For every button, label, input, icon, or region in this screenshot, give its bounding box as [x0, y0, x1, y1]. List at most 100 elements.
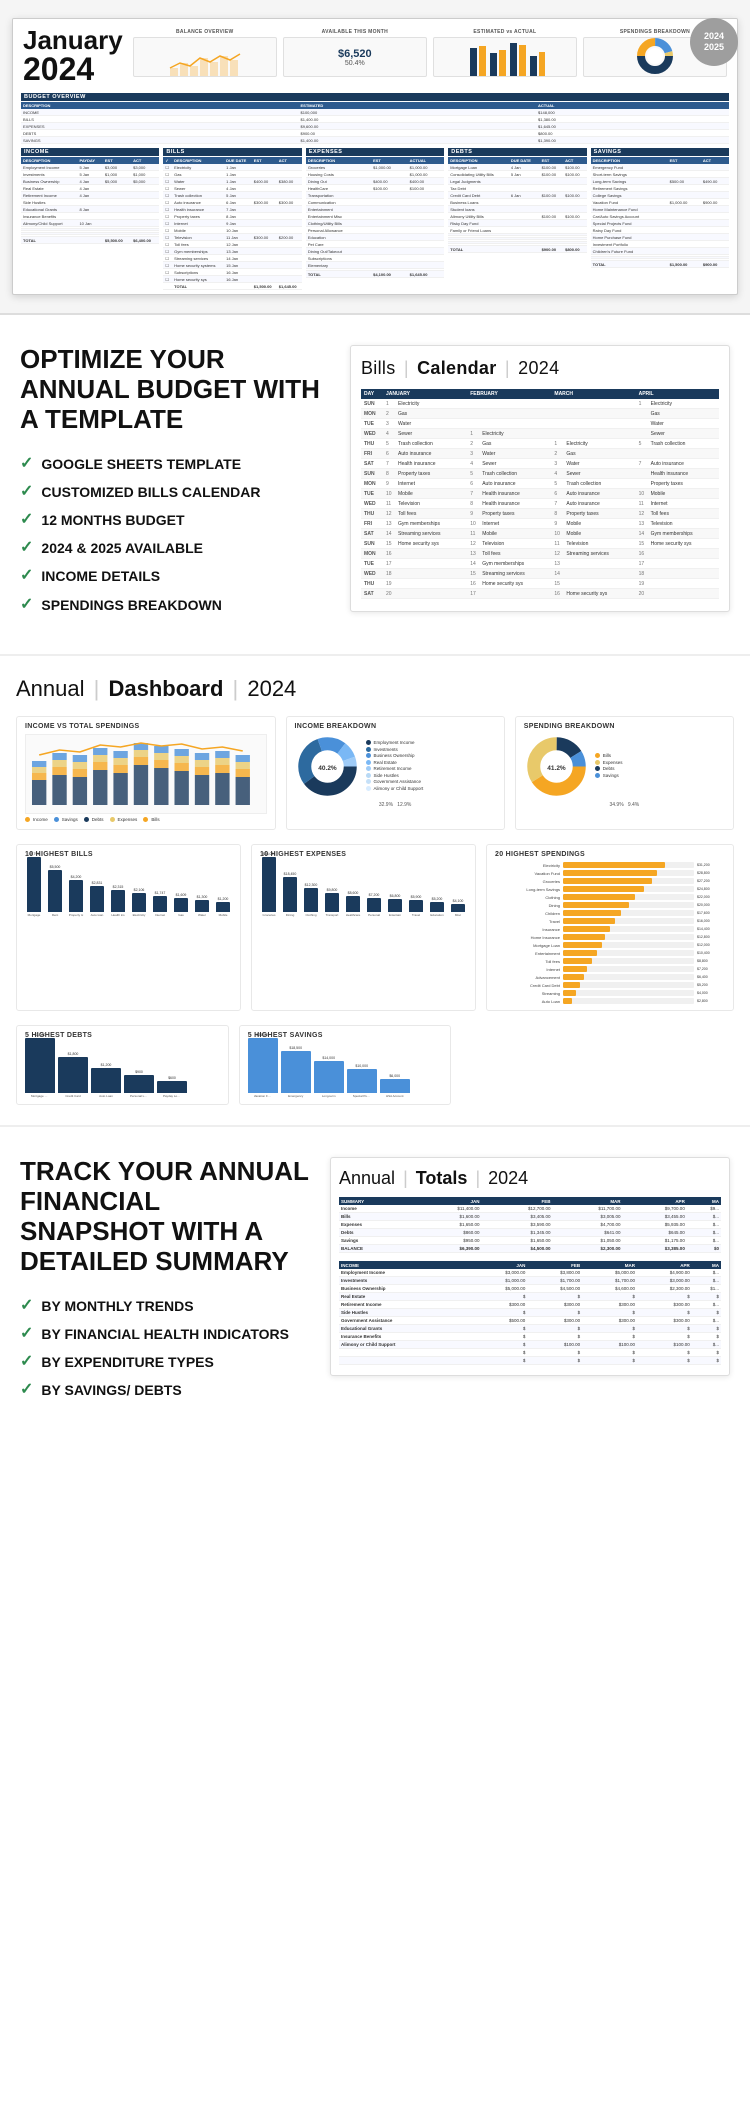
dash-title-bold: Dashboard	[108, 676, 223, 701]
hbar-s5: $6,000 HSA Account	[380, 1074, 410, 1098]
annual-summary-table: SUMMARYJANFEBMARAPRMA Income$11,400.00$1…	[339, 1197, 721, 1253]
cal-row: THU1916Home security sys1519	[361, 579, 719, 589]
hspend-toll: Toll fees $8,800	[495, 958, 725, 964]
summary-section: TRACK YOUR ANNUAL FINANCIAL SNAPSHOT WIT…	[0, 1125, 750, 1439]
hbar-d5: $600 Payday Loans	[157, 1076, 187, 1098]
savings-bars: $24,000 Vacation Fund $18,500 Emergency …	[248, 1043, 443, 1098]
donut-pct3: 12.9%	[397, 802, 411, 808]
spending-donut-legend: Bills Expenses Debts Savings	[595, 753, 623, 779]
hbar-d1: $3,000 Mortgage Loan	[25, 1033, 55, 1098]
hbar-health: $2,315 Health ins	[109, 885, 127, 917]
spreadsheet-section: 2024 2025 January 2024 BALANCE OVERVIEW	[0, 0, 750, 315]
income-donut-svg: 40.2%	[295, 734, 360, 799]
balance-chart-svg	[165, 38, 245, 76]
donut-pct2: 32.9%	[379, 802, 393, 808]
spend-pct2: 34.9%	[609, 802, 623, 808]
balance-chart-area	[133, 37, 277, 77]
year-badge-line1: 2024	[704, 31, 724, 42]
spreadsheet-mockup: January 2024 BALANCE OVERVIEW	[12, 18, 738, 295]
annual-totals-panel: Annual | Totals | 2024 SUMMARYJANFEBMARA…	[330, 1157, 730, 1376]
cal-row: MON1613Toll fees12Streaming services16	[361, 549, 719, 559]
budget-overview-title: BUDGET OVERVIEW	[21, 93, 729, 101]
legend-debts: Debts	[84, 817, 104, 822]
inc-edu-row: Educational Grants$$$$$	[339, 1325, 721, 1333]
hspend-longterm: Long-term Savings $24,800	[495, 886, 725, 892]
bills-cal-bold: Calendar	[417, 358, 496, 378]
legend-ret: Retirement Income	[366, 766, 424, 771]
main-columns: INCOME DESCRIPTIONPAYDAYESTACT Employmen…	[21, 148, 729, 290]
bills-cal-pre: Bills	[361, 358, 396, 378]
highest-debts-chart: 5 HIGHEST DEBTS $3,000 Mortgage Loan $1,…	[16, 1025, 229, 1105]
budget-overview-table: DESCRIPTIONESTIMATEDACTUAL INCOME$100,00…	[21, 102, 729, 144]
summary-feature-4: ✓ BY SAVINGS/ DEBTS	[20, 1381, 310, 1399]
year-label: 2024	[23, 53, 123, 85]
s-check-2: ✓	[20, 1326, 33, 1342]
summary-savings-row: Savings$950.00$1,650.00$1,050.00$1,175.0…	[339, 1237, 721, 1245]
bills-bars: $8,791 Mortgage $5,500 Rent $4,200 Prope…	[25, 862, 232, 917]
summary-debts-row: Debts$860.00$1,345.00$641.00$645.00$...	[339, 1229, 721, 1237]
summary-headline: TRACK YOUR ANNUAL FINANCIAL SNAPSHOT WIT…	[20, 1157, 310, 1277]
balance-chart-block: BALANCE OVERVIEW	[133, 29, 277, 77]
cal-row: WED1815Streaming services1418	[361, 569, 719, 579]
hbar-d3: $1,200 Auto Loan	[91, 1063, 121, 1098]
spending-breakdown-chart: SPENDING BREAKDOWN 41.2% Bills Expenses …	[515, 716, 734, 831]
year-badge: 2024 2025	[690, 18, 738, 66]
s-check-3: ✓	[20, 1354, 33, 1370]
hspend-cc: Credit Card Debt $5,200	[495, 982, 725, 988]
features-section: OPTIMIZE YOUR ANNUAL BUDGET WITH A TEMPL…	[0, 315, 750, 654]
svg-text:40.2%: 40.2%	[318, 765, 337, 772]
inc-re-row: Real Estate$$$$$	[339, 1293, 721, 1301]
summary-income-row: Income$11,400.00$12,700.00$11,700.00$9,7…	[339, 1205, 721, 1213]
cal-hdr-apr: APRIL	[636, 389, 719, 399]
cal-row: SUN8Property taxes5Trash collection4Sewe…	[361, 469, 719, 479]
cal-row: WED11Television8Health insurance7Auto in…	[361, 499, 719, 509]
hbar-d4: $900 Personal Loans	[124, 1070, 154, 1098]
savings-col: SAVINGS DESCRIPTIONESTACT Emergency Fund…	[591, 148, 729, 290]
cal-hdr-day: DAY	[361, 389, 383, 399]
hbar-d2: $1,800 Credit Card	[58, 1052, 88, 1098]
spendings-horiz-bars: Electricity $31,200 Vacation Fund $28,80…	[495, 862, 725, 1004]
expenses-col: EXPENSES DESCRIPTIONESTACTUAL Groceries$…	[306, 148, 444, 290]
inc-blank2: $$$$$	[339, 1357, 721, 1365]
summary-left: TRACK YOUR ANNUAL FINANCIAL SNAPSHOT WIT…	[20, 1157, 310, 1409]
hbar-ent: $6,800 Entertain	[386, 894, 404, 917]
feature-item-1: ✓ GOOGLE SHEETS TEMPLATE	[20, 455, 330, 473]
debts-title: DEBTS	[448, 148, 586, 156]
hspend-children: Children $17,600	[495, 910, 725, 916]
dash-title-pre: Annual	[16, 676, 85, 701]
features-headline: OPTIMIZE YOUR ANNUAL BUDGET WITH A TEMPL…	[20, 345, 330, 435]
savings-table: DESCRIPTIONESTACT Emergency Fund Short-t…	[591, 157, 729, 268]
chart2-label: INCOME BREAKDOWN	[295, 723, 496, 730]
feature-text-1: GOOGLE SHEETS TEMPLATE	[41, 455, 241, 473]
hbar-water: $1,300 Water	[193, 895, 211, 917]
cal-row: TUE1714Gym memberships1317	[361, 559, 719, 569]
legend-bills-s: Bills	[595, 753, 623, 758]
hbar-inet: $1,747 Internet	[151, 891, 169, 917]
feature-text-2: CUSTOMIZED BILLS CALENDAR	[41, 483, 260, 501]
s-feature-3: BY EXPENDITURE TYPES	[41, 1353, 213, 1371]
dash-title-year: 2024	[247, 676, 296, 701]
chart5-label: 10 HIGHEST EXPENSES	[260, 851, 467, 858]
cal-row: TUE3WaterWater	[361, 419, 719, 429]
income-col: INCOME DESCRIPTIONPAYDAYESTACT Employmen…	[21, 148, 159, 290]
cal-row: THU12Toll fees9Property taxes8Property t…	[361, 509, 719, 519]
cal-hdr-jan: JANUARY	[383, 389, 467, 399]
balance-chart-label: BALANCE OVERVIEW	[176, 29, 234, 35]
legend-emp: Employment Income	[366, 740, 424, 745]
cal-row: MON2GasGas	[361, 409, 719, 419]
feature-text-3: 12 MONTHS BUDGET	[41, 511, 184, 529]
summary-balance-row: BALANCE$6,390.00$4,500.00$2,300.00$3,385…	[339, 1245, 721, 1253]
combo-chart-area	[25, 734, 267, 814]
annual-year: 2024	[488, 1168, 528, 1188]
hspend-entertain: Entertainment $10,400	[495, 950, 725, 956]
hspend-home-ins: Home Insurance $12,800	[495, 934, 725, 940]
hbar-groc: $36,081 Groceries	[260, 852, 278, 917]
hbar-trav: $5,900 Travel	[407, 895, 425, 917]
highest-bills-chart: 10 HIGHEST BILLS $8,791 Mortgage $5,500 …	[16, 844, 241, 1011]
dashboard-section: Annual | Dashboard | 2024 INCOME vs TOTA…	[0, 654, 750, 1126]
income-table: DESCRIPTIONPAYDAYESTACT Employment Incom…	[21, 157, 159, 244]
spacer-right	[461, 1025, 734, 1105]
income-breakdown-chart: INCOME BREAKDOWN 40.2% Employment Income…	[286, 716, 505, 831]
feature-item-6: ✓ SPENDINGS BREAKDOWN	[20, 596, 330, 614]
feature-item-5: ✓ INCOME DETAILS	[20, 567, 330, 585]
